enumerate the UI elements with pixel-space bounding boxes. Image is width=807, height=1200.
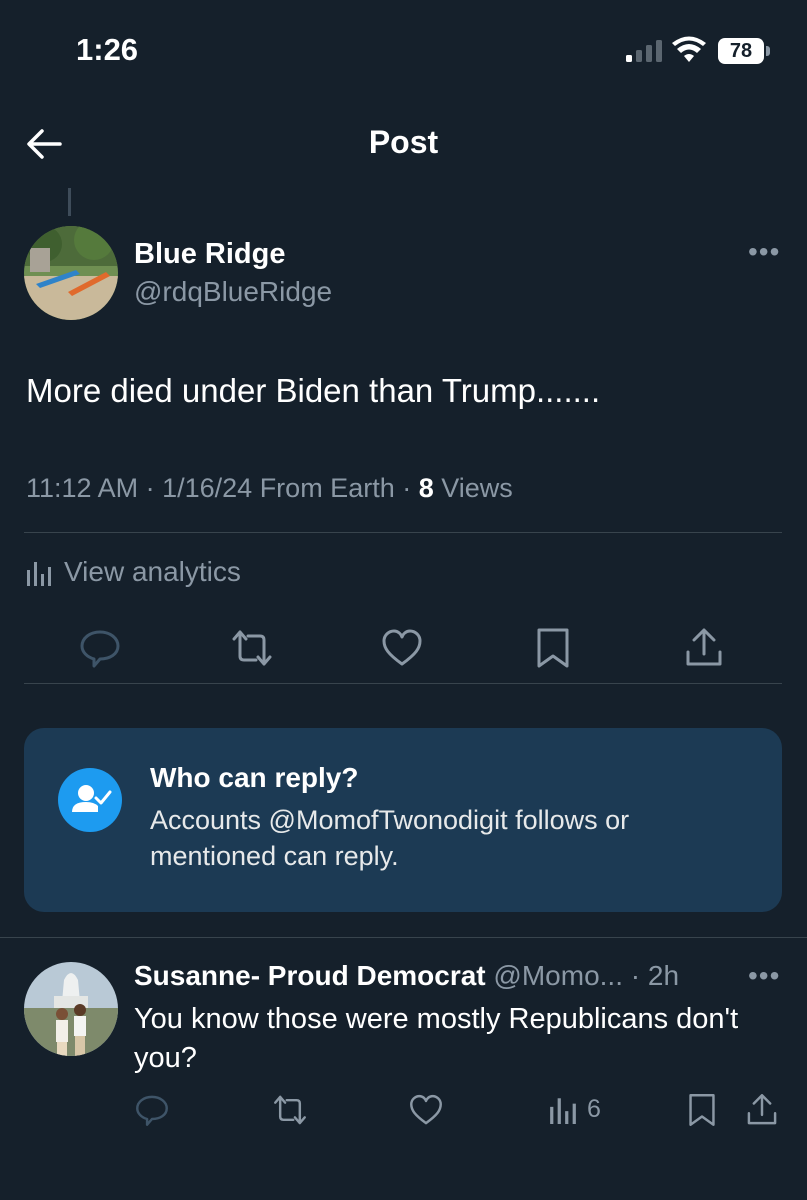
reply-header: Susanne- Proud Democrat @Momo... · 2h	[134, 960, 680, 991]
reply-reply-icon[interactable]	[134, 1092, 170, 1128]
cellular-signal-icon	[626, 40, 662, 62]
reply-bookmark-icon[interactable]	[684, 1092, 720, 1128]
reply-author-name[interactable]: Susanne- Proud Democrat	[134, 960, 486, 991]
share-icon[interactable]	[682, 626, 726, 670]
view-analytics-label: View analytics	[64, 556, 241, 587]
reply-restriction-icon	[58, 768, 122, 832]
back-arrow-icon[interactable]	[24, 124, 64, 164]
post-date: 1/16/24	[162, 473, 253, 503]
more-options-icon[interactable]: •••	[748, 236, 780, 268]
author-name[interactable]: Blue Ridge	[134, 238, 285, 271]
battery-icon: 78	[718, 38, 770, 64]
status-time: 1:26	[76, 32, 139, 67]
reply-text: You know those were mostly Republicans d…	[134, 1003, 739, 1074]
reply-repost-icon[interactable]	[272, 1092, 308, 1128]
reply-icon[interactable]	[78, 626, 122, 670]
reply-analytics-icon	[550, 1098, 576, 1124]
post-text: More died under Biden than Trump.......	[26, 372, 601, 409]
post-source: From Earth	[259, 473, 395, 503]
reply-more-options-icon[interactable]: •••	[748, 960, 780, 992]
post-time: 11:12 AM	[26, 473, 139, 503]
reply-views-button[interactable]: 6	[549, 1094, 601, 1124]
post-meta: 11:12 AM · 1/16/24 From Earth · 8 Views	[26, 473, 513, 503]
view-analytics-button[interactable]: View analytics	[26, 556, 241, 588]
like-icon[interactable]	[380, 626, 424, 670]
reply-share-icon[interactable]	[744, 1092, 780, 1128]
wifi-icon	[672, 36, 706, 62]
divider	[24, 683, 782, 684]
repost-icon[interactable]	[230, 626, 274, 670]
views-label: Views	[441, 473, 513, 503]
reply-like-icon[interactable]	[408, 1092, 444, 1128]
reply-age: 2h	[647, 960, 680, 991]
divider	[24, 532, 782, 533]
who-can-reply-text: Accounts @MomofTwonodigit follows or men…	[150, 805, 630, 871]
reply-author-avatar[interactable]	[24, 962, 118, 1056]
reply-author-handle[interactable]: @Momo...	[493, 960, 623, 991]
author-handle[interactable]: @rdqBlueRidge	[134, 276, 332, 308]
bookmark-icon[interactable]	[531, 626, 575, 670]
divider	[0, 937, 807, 938]
thread-connector	[68, 188, 71, 216]
who-can-reply-title: Who can reply?	[150, 762, 359, 793]
analytics-icon	[27, 562, 51, 586]
author-avatar[interactable]	[24, 226, 118, 320]
views-count: 8	[418, 473, 434, 503]
page-title: Post	[368, 124, 439, 160]
reply-views-count: 6	[587, 1094, 601, 1123]
battery-level: 78	[718, 38, 764, 64]
